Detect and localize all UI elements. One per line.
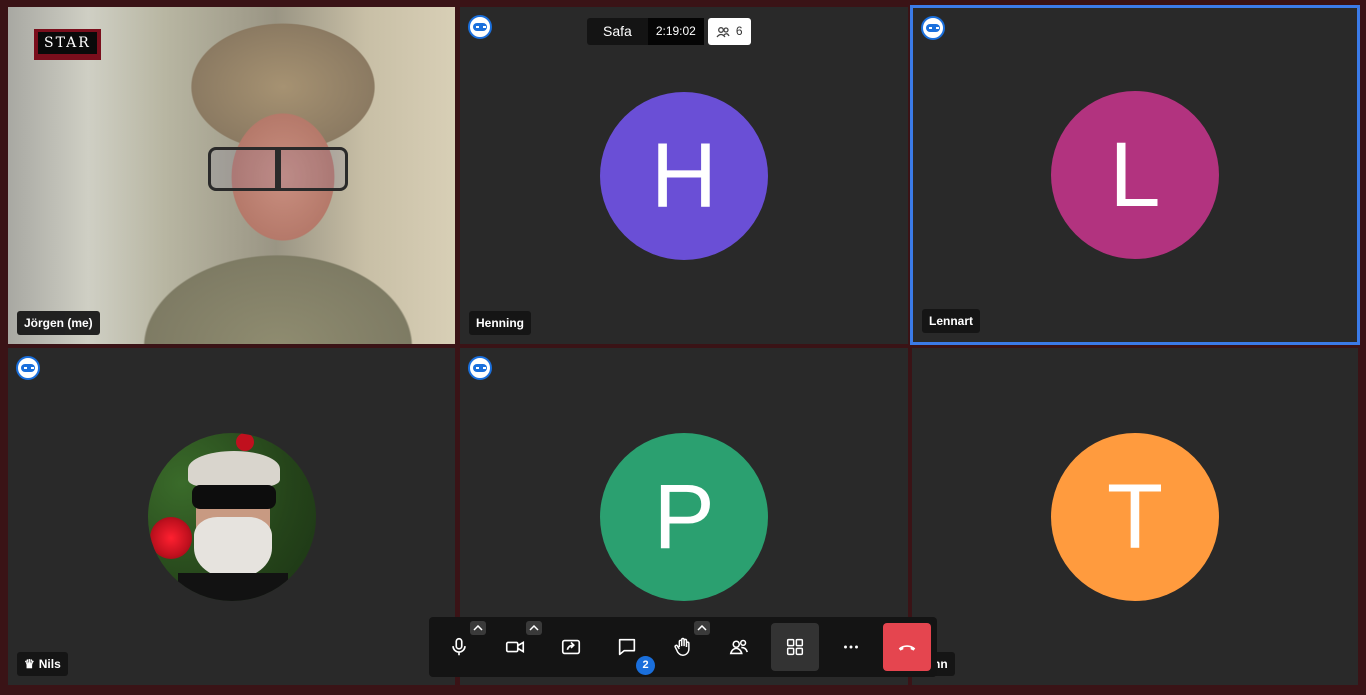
crown-icon: ♛	[24, 657, 35, 671]
moderator-icon	[468, 15, 492, 39]
participants-button[interactable]	[715, 623, 763, 671]
raise-hand-icon	[674, 637, 690, 656]
meeting-info-bar: Safa 2:19:02 6	[587, 18, 751, 45]
meeting-toolbar: 2	[429, 617, 937, 677]
chevron-up-icon	[697, 625, 707, 631]
more-icon	[844, 645, 858, 649]
participant-count-value: 6	[735, 24, 743, 38]
reactions-options-button[interactable]	[694, 621, 710, 635]
more-options-button[interactable]	[827, 623, 875, 671]
meeting-name: Safa	[587, 18, 648, 45]
moderator-icon	[16, 356, 40, 380]
tile-view-button[interactable]	[771, 623, 819, 671]
avatar: L	[1051, 91, 1219, 259]
star-logo: STAR	[34, 29, 101, 60]
participant-name-tag: Henning	[469, 311, 531, 335]
participant-name-tag: Jörgen (me)	[17, 311, 100, 335]
chevron-up-icon	[529, 625, 539, 631]
tile-participant-t[interactable]: T nn	[910, 346, 1360, 687]
microphone-icon	[452, 637, 466, 656]
participants-icon	[729, 639, 748, 655]
microphone-options-button[interactable]	[470, 621, 486, 635]
avatar: H	[600, 91, 768, 260]
moderator-icon	[468, 356, 492, 380]
camera-icon	[505, 640, 525, 654]
avatar: P	[600, 432, 768, 601]
chat-icon	[618, 638, 636, 656]
participant-name-tag: ♛ Nils	[17, 652, 68, 676]
share-screen-icon	[561, 639, 581, 655]
participant-count[interactable]: 6	[707, 18, 751, 45]
tile-lennart[interactable]: L Lennart	[910, 5, 1360, 345]
tile-jorgen[interactable]: STAR Jörgen (me)	[6, 5, 457, 346]
participant-name-tag: Lennart	[922, 309, 981, 333]
chat-unread-badge: 2	[636, 656, 655, 675]
hangup-button[interactable]	[883, 623, 931, 671]
avatar: T	[1051, 432, 1219, 601]
moderator-icon	[921, 16, 945, 40]
tile-nils[interactable]: ♛ Nils	[6, 346, 457, 687]
hangup-icon	[898, 645, 916, 651]
star-logo-text: STAR	[38, 32, 97, 54]
glasses-shape	[208, 147, 348, 191]
share-screen-button[interactable]	[547, 623, 595, 671]
avatar-photo	[147, 432, 316, 601]
meeting-timer: 2:19:02	[647, 18, 704, 45]
participants-icon	[716, 26, 730, 37]
tile-henning[interactable]: H Henning	[458, 5, 910, 346]
camera-options-button[interactable]	[526, 621, 542, 635]
participant-name: Nils	[38, 657, 61, 671]
chevron-up-icon	[473, 625, 483, 631]
tile-view-icon	[786, 638, 804, 656]
